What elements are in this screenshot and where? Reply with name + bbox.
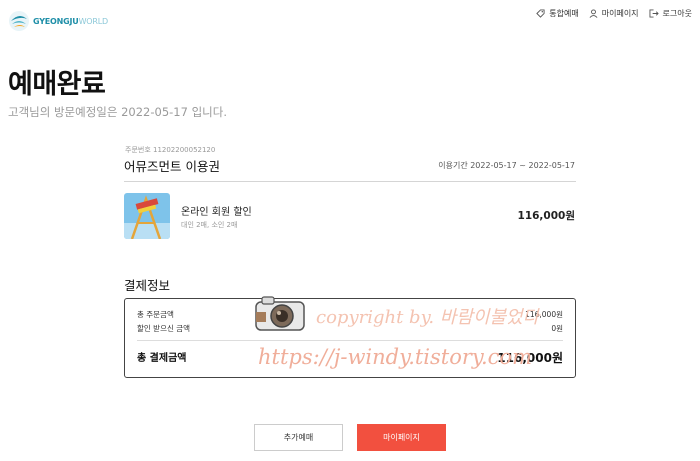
nav-integrated-booking-label: 통합예매 xyxy=(549,9,579,18)
item-price: 116,000원 xyxy=(517,210,575,222)
item-name: 온라인 회원 할인 xyxy=(181,207,252,218)
tag-icon xyxy=(536,9,545,18)
camera-watermark-icon xyxy=(252,294,310,334)
payment-row-value: 0원 xyxy=(551,324,563,333)
page-title: 예매완료 xyxy=(8,69,106,100)
payment-row-label: 총 주문금액 xyxy=(137,310,174,319)
product-title: 어뮤즈먼트 이용권 xyxy=(124,159,220,174)
mypage-button[interactable]: 마이페이지 xyxy=(357,424,446,451)
nav-mypage-label: 마이페이지 xyxy=(601,9,639,18)
logout-icon xyxy=(649,9,659,18)
nav-integrated-booking[interactable]: 통합예매 xyxy=(536,8,579,19)
payment-total-row: 총 결제금액 116,000원 xyxy=(137,349,563,366)
order-number: 주문번호 11202200052120 xyxy=(125,146,216,154)
logo-text-secondary: WORLD xyxy=(78,16,109,26)
payment-total-label: 총 결제금액 xyxy=(137,353,187,364)
payment-row-discount: 할인 받으신 금액 0원 xyxy=(137,323,563,334)
visit-date-message: 고객님의 방문예정일은 2022-05-17 입니다. xyxy=(8,105,227,119)
item-ticket-count: 대인 2매, 소인 2매 xyxy=(181,221,238,229)
nav-logout-label: 로그아웃 xyxy=(662,9,692,18)
header: GYEONGJUWORLD 통합예매 마이페이지 로그아웃 xyxy=(0,0,700,40)
nav-mypage[interactable]: 마이페이지 xyxy=(589,8,639,19)
payment-row-value: 116,000원 xyxy=(525,310,563,319)
logo-text-primary: GYEONGJU xyxy=(33,16,79,26)
user-icon xyxy=(589,9,598,18)
divider xyxy=(124,181,576,182)
add-booking-button[interactable]: 추가예매 xyxy=(254,424,343,451)
product-thumbnail xyxy=(124,193,170,239)
logo-mark-icon xyxy=(8,10,30,32)
payment-summary-box: 총 주문금액 116,000원 할인 받으신 금액 0원 총 결제금액 116,… xyxy=(124,298,576,378)
payment-divider xyxy=(137,340,563,341)
usage-period: 이용기간 2022-05-17 ~ 2022-05-17 xyxy=(438,161,575,170)
payment-row-label: 할인 받으신 금액 xyxy=(137,324,191,333)
payment-row-order-total: 총 주문금액 116,000원 xyxy=(137,309,563,320)
payment-heading: 결제정보 xyxy=(124,278,171,293)
gyeongjuworld-logo[interactable]: GYEONGJUWORLD xyxy=(8,10,108,32)
payment-total-value: 116,000원 xyxy=(497,351,563,365)
top-nav: 통합예매 마이페이지 로그아웃 xyxy=(526,8,692,19)
logo-text: GYEONGJUWORLD xyxy=(33,17,108,26)
nav-logout[interactable]: 로그아웃 xyxy=(649,8,692,19)
